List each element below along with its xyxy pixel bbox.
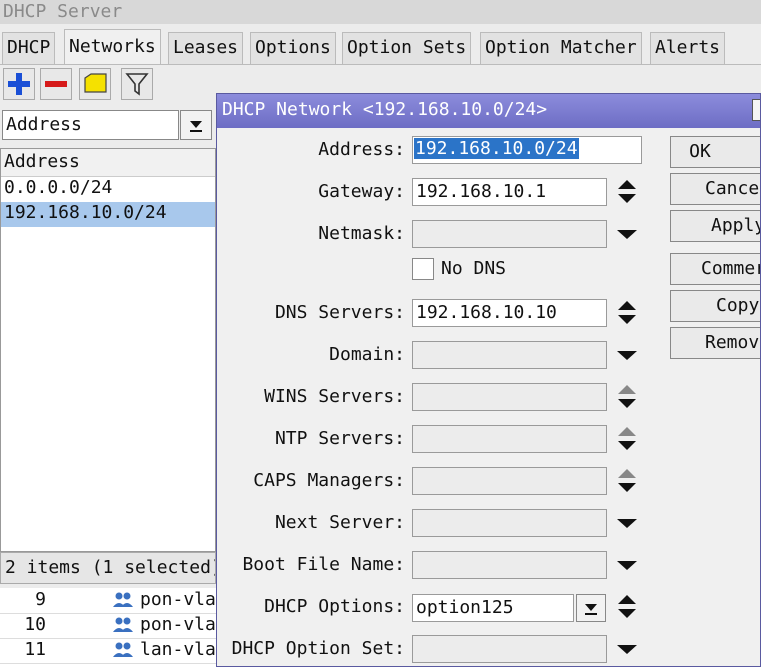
caps-managers-label: CAPS Managers: (253, 470, 405, 491)
copy-button[interactable]: Copy (670, 290, 760, 322)
dropdown-arrow-icon (190, 121, 202, 132)
users-icon (113, 592, 133, 607)
updown-arrows-icon[interactable] (614, 382, 640, 412)
chevron-down-icon[interactable] (614, 508, 640, 538)
next-server-label: Next Server: (274, 512, 405, 533)
dhcp-options-select[interactable]: option125 (412, 594, 574, 622)
filter-field-select[interactable]: Address (2, 110, 179, 140)
dhcp-option-set-input[interactable] (412, 635, 607, 663)
tab-leases[interactable]: Leases (168, 32, 244, 64)
dns-servers-label: DNS Servers: (274, 302, 405, 323)
next-server-input[interactable] (412, 509, 607, 537)
apply-button[interactable]: Apply (670, 210, 760, 242)
tab-options[interactable]: Options (250, 32, 336, 64)
dialog-title: DHCP Network <192.168.10.0/24> (222, 99, 548, 120)
list-row-selected[interactable]: 192.168.10.0/24 (1, 202, 215, 227)
domain-input[interactable] (412, 341, 607, 369)
chevron-down-icon[interactable] (614, 550, 640, 580)
tab-alerts[interactable]: Alerts (650, 32, 726, 64)
no-dns-label: No DNS (441, 258, 507, 279)
background-table: 9 pon-vla 10 pon-vla 11 lan-vla (0, 588, 216, 667)
dhcp-option-set-label: DHCP Option Set: (231, 638, 405, 659)
table-row[interactable]: 11 lan-vla (0, 638, 216, 664)
chevron-down-icon[interactable] (614, 340, 640, 370)
dhcp-network-dialog: DHCP Network <192.168.10.0/24> Address: … (216, 93, 761, 667)
filter-icon (125, 73, 149, 96)
domain-label: Domain: (329, 344, 405, 365)
plus-icon (8, 73, 30, 95)
tab-networks[interactable]: Networks (64, 29, 161, 65)
tab-strip-divider (0, 64, 761, 65)
users-icon (113, 642, 133, 657)
caps-managers-input[interactable] (412, 467, 607, 495)
gateway-input[interactable]: 192.168.10.1 (412, 178, 607, 206)
gateway-label: Gateway: (318, 181, 405, 202)
filter-dropdown-button[interactable] (180, 110, 212, 140)
list-row[interactable]: 0.0.0.0/24 (1, 177, 215, 202)
updown-arrows-icon[interactable] (614, 592, 640, 622)
item-count: 2 items (1 selected) (5, 557, 216, 578)
netmask-label: Netmask: (318, 223, 405, 244)
tab-dhcp[interactable]: DHCP (2, 32, 56, 64)
boot-file-name-input[interactable] (412, 551, 607, 579)
updown-arrows-icon[interactable] (614, 424, 640, 454)
add-button[interactable] (3, 68, 35, 100)
minus-icon (45, 81, 67, 87)
dhcp-options-label: DHCP Options: (264, 596, 405, 617)
chevron-down-icon[interactable] (614, 634, 640, 664)
netmask-input[interactable] (412, 220, 607, 248)
comment-icon (84, 73, 107, 93)
updown-arrows-icon[interactable] (614, 466, 640, 496)
filter-field-value: Address (6, 114, 82, 135)
close-button[interactable] (752, 99, 760, 121)
no-dns-checkbox[interactable] (412, 258, 434, 280)
status-bar: 2 items (1 selected) (0, 552, 216, 584)
updown-arrows-icon[interactable] (614, 298, 640, 328)
ntp-servers-input[interactable] (412, 425, 607, 453)
filter-button[interactable] (121, 68, 153, 100)
tab-option-sets[interactable]: Option Sets (342, 32, 472, 64)
wins-servers-label: WINS Servers: (264, 386, 405, 407)
address-label: Address: (318, 139, 405, 160)
ok-button[interactable]: OK (670, 136, 760, 168)
remove-item-button[interactable] (40, 68, 72, 100)
updown-arrows-icon[interactable] (614, 177, 640, 207)
table-row[interactable]: 10 pon-vla (0, 613, 216, 639)
dropdown-arrow-icon (585, 604, 597, 615)
column-header-address[interactable]: Address (1, 149, 215, 177)
comment-dialog-button[interactable]: Commer (670, 253, 760, 285)
boot-file-name-label: Boot File Name: (242, 554, 405, 575)
remove-button[interactable]: Remov (670, 327, 760, 359)
window-title-bar: DHCP Server (0, 0, 761, 24)
cancel-button[interactable]: Cance (670, 173, 760, 205)
users-icon (113, 617, 133, 632)
dhcp-options-dropdown-button[interactable] (576, 594, 606, 622)
wins-servers-input[interactable] (412, 383, 607, 411)
address-value: 192.168.10.0/24 (414, 138, 579, 159)
window-title: DHCP Server (3, 1, 123, 22)
table-row[interactable]: 9 pon-vla (0, 588, 216, 614)
chevron-down-icon[interactable] (614, 219, 640, 249)
tab-option-matcher[interactable]: Option Matcher (480, 32, 642, 64)
ntp-servers-label: NTP Servers: (274, 428, 405, 449)
comment-button[interactable] (79, 68, 111, 100)
dialog-title-bar[interactable]: DHCP Network <192.168.10.0/24> (217, 94, 760, 128)
dns-servers-input[interactable]: 192.168.10.10 (412, 299, 607, 327)
